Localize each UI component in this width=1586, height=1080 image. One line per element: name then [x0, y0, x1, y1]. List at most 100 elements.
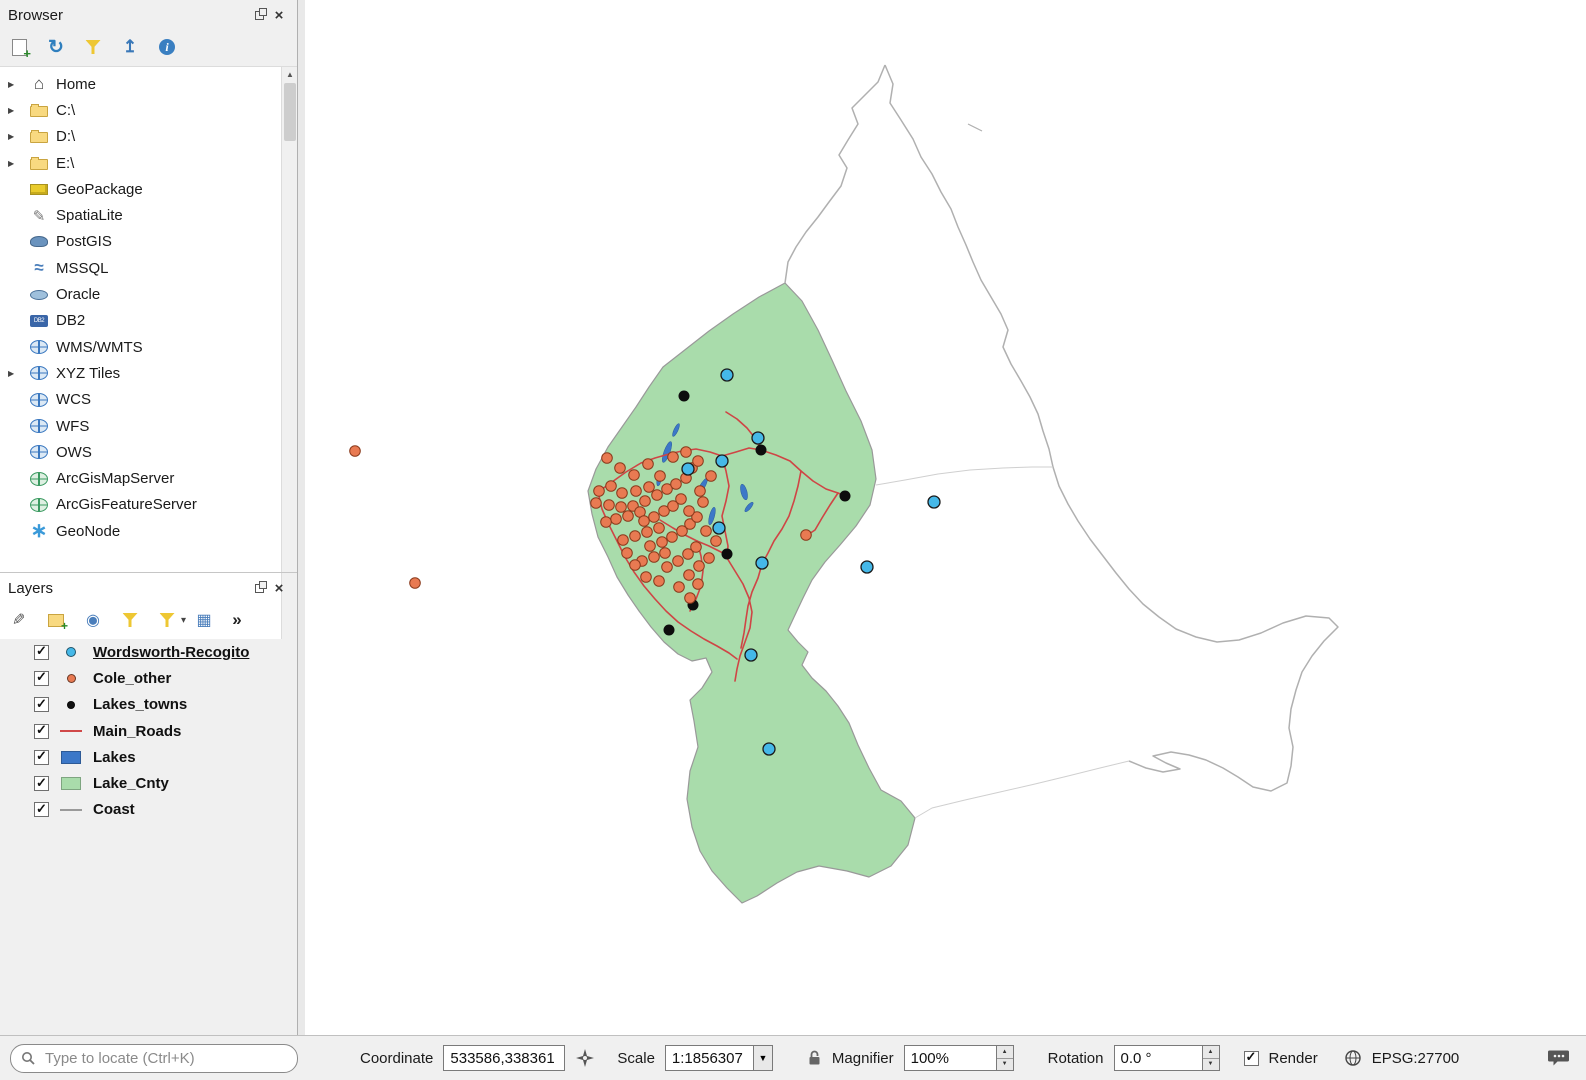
- browser-item-wcs[interactable]: WCS: [0, 387, 281, 413]
- layer-symbol-line: [59, 730, 83, 732]
- browser-item-oracle[interactable]: Oracle: [0, 281, 281, 307]
- layer-visibility-checkbox[interactable]: [34, 776, 49, 791]
- expand-arrow-icon[interactable]: ▶: [8, 132, 30, 141]
- browser-float-button[interactable]: [249, 6, 269, 24]
- layer-row-cole-other[interactable]: Cole_other: [0, 665, 297, 691]
- spin-down-icon[interactable]: ▼: [997, 1059, 1013, 1071]
- crs-globe-icon[interactable]: [1344, 1049, 1362, 1067]
- browser-item-home[interactable]: ▶Home: [0, 71, 281, 97]
- browser-item-wms-wmts[interactable]: WMS/WMTS: [0, 334, 281, 360]
- browser-item-spatialite[interactable]: SpatiaLite: [0, 202, 281, 228]
- themes-button[interactable]: [80, 607, 106, 633]
- layer-visibility-checkbox[interactable]: [34, 750, 49, 765]
- coast-outline: [968, 124, 982, 131]
- styling-button[interactable]: [6, 607, 32, 633]
- browser-item-geopackage[interactable]: GeoPackage: [0, 176, 281, 202]
- browser-item-c[interactable]: ▶ C:\: [0, 97, 281, 123]
- expand-arrow-icon[interactable]: ▶: [8, 80, 30, 89]
- magnifier-input[interactable]: [904, 1045, 996, 1071]
- expression-filter-button[interactable]: [154, 607, 180, 633]
- expand-arrow-icon[interactable]: ▶: [8, 159, 30, 168]
- layer-visibility-checkbox[interactable]: [34, 802, 49, 817]
- browser-item-geonode[interactable]: GeoNode: [0, 518, 281, 544]
- magnifier-spinbox[interactable]: ▲ ▼: [904, 1045, 1014, 1071]
- layer-row-coast[interactable]: Coast: [0, 797, 297, 823]
- marker-cole: [649, 552, 660, 563]
- scrollbar-thumb[interactable]: [284, 83, 296, 141]
- scale-combobox[interactable]: ▼: [665, 1045, 773, 1071]
- marker-cole: [662, 562, 673, 573]
- marker-cole: [657, 537, 668, 548]
- close-icon: ×: [275, 581, 284, 596]
- marker-cole: [594, 486, 605, 497]
- layer-visibility-checkbox[interactable]: [34, 645, 49, 660]
- browser-item-d[interactable]: ▶D:\: [0, 124, 281, 150]
- browser-item-arcgisfeatureserver[interactable]: ArcGisFeatureServer: [0, 492, 281, 518]
- expand-arrow-icon[interactable]: ▶: [8, 106, 30, 115]
- browser-item-ows[interactable]: OWS: [0, 439, 281, 465]
- filter-browser-button[interactable]: [80, 34, 106, 60]
- browser-close-button[interactable]: ×: [269, 6, 289, 24]
- scroll-up-icon[interactable]: ▲: [282, 67, 298, 81]
- marker-cole: [618, 535, 629, 546]
- browser-item-mssql[interactable]: MSSQL: [0, 255, 281, 281]
- browser-item-postgis[interactable]: PostGIS: [0, 229, 281, 255]
- add-group-button[interactable]: [43, 607, 69, 633]
- expand-arrow-icon[interactable]: ▶: [8, 369, 30, 378]
- browser-item-label: MSSQL: [56, 260, 109, 277]
- scale-input[interactable]: [665, 1045, 753, 1071]
- browser-item-label: WFS: [56, 418, 89, 435]
- layer-row-lake-cnty[interactable]: Lake_Cnty: [0, 770, 297, 796]
- spin-up-icon[interactable]: ▲: [997, 1046, 1013, 1059]
- filter-button[interactable]: [117, 607, 143, 633]
- crs-status[interactable]: EPSG:27700: [1372, 1050, 1460, 1067]
- layers-close-button[interactable]: ×: [269, 579, 289, 597]
- folder-icon: [30, 106, 48, 117]
- marker-wordsworth: [756, 557, 768, 569]
- rotation-spinbox[interactable]: ▲ ▼: [1114, 1045, 1220, 1071]
- search-input[interactable]: [43, 1049, 287, 1068]
- layer-order-button[interactable]: [191, 607, 217, 633]
- layer-row-lakes[interactable]: Lakes: [0, 744, 297, 770]
- scale-dropdown-button[interactable]: ▼: [753, 1045, 773, 1071]
- layer-row-main-roads[interactable]: Main_Roads: [0, 718, 297, 744]
- layer-symbol-rect: [59, 751, 83, 764]
- coordinate-input[interactable]: [443, 1045, 565, 1071]
- marker-cole: [655, 471, 666, 482]
- extent-icon[interactable]: [575, 1048, 595, 1068]
- map-canvas[interactable]: [305, 0, 1586, 1035]
- browser-item-e[interactable]: ▶E:\: [0, 150, 281, 176]
- browser-item-label: C:\: [56, 102, 75, 119]
- rotation-label: Rotation: [1048, 1050, 1104, 1067]
- browser-item-db2[interactable]: DB2: [0, 308, 281, 334]
- marker-cole: [606, 481, 617, 492]
- layer-row-lakes-towns[interactable]: Lakes_towns: [0, 692, 297, 718]
- render-checkbox[interactable]: [1244, 1051, 1259, 1066]
- layer-visibility-checkbox[interactable]: [34, 697, 49, 712]
- more-button[interactable]: [228, 607, 246, 633]
- browser-item-arcgismapserver[interactable]: ArcGisMapServer: [0, 465, 281, 491]
- layers-float-button[interactable]: [249, 579, 269, 597]
- layer-visibility-checkbox[interactable]: [34, 724, 49, 739]
- browser-panel: Browser × ▶Home▶C:\▶D:\▶E:\GeoPackageSpa…: [0, 0, 297, 64]
- add-selected-layers-button[interactable]: [6, 34, 32, 60]
- collapse-all-button[interactable]: [117, 34, 143, 60]
- layer-visibility-checkbox[interactable]: [34, 671, 49, 686]
- layer-row-wordsworth-recogito[interactable]: Wordsworth-Recogito: [0, 639, 297, 665]
- spin-up-icon[interactable]: ▲: [1203, 1046, 1219, 1059]
- layers-toolbar: [0, 603, 297, 637]
- rotation-input[interactable]: [1114, 1045, 1202, 1071]
- properties-button[interactable]: [154, 34, 180, 60]
- geonode-icon: [30, 523, 48, 539]
- messages-icon[interactable]: [1548, 1049, 1570, 1067]
- marker-wordsworth: [682, 463, 694, 475]
- locator-searchbox[interactable]: [10, 1044, 298, 1073]
- refresh-button[interactable]: [43, 34, 69, 60]
- left-dock: Browser × ▶Home▶C:\▶D:\▶E:\GeoPackageSpa…: [0, 0, 298, 1035]
- symbol-swatch: [61, 751, 81, 764]
- browser-item-xyz-tiles[interactable]: ▶XYZ Tiles: [0, 360, 281, 386]
- spin-down-icon[interactable]: ▼: [1203, 1059, 1219, 1071]
- browser-item-wfs[interactable]: WFS: [0, 413, 281, 439]
- lock-scale-icon[interactable]: [807, 1050, 822, 1066]
- browser-panel-header: Browser ×: [0, 0, 297, 30]
